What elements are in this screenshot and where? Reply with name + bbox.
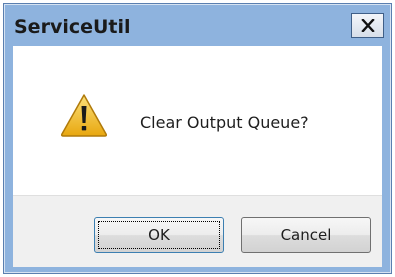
title-bar[interactable]: ServiceUtil <box>4 4 391 46</box>
button-bar: OK Cancel <box>13 195 382 267</box>
close-icon <box>360 19 375 32</box>
dialog-body: Clear Output Queue? OK Cancel <box>13 46 382 267</box>
warning-icon <box>60 94 108 137</box>
cancel-button-label: Cancel <box>280 226 332 244</box>
ok-button[interactable]: OK <box>94 217 224 253</box>
ok-button-label: OK <box>148 226 170 244</box>
message-area: Clear Output Queue? <box>13 46 382 195</box>
message-text: Clear Output Queue? <box>140 113 309 132</box>
window-title: ServiceUtil <box>14 16 131 38</box>
close-button[interactable] <box>351 13 384 38</box>
message-dialog: ServiceUtil Clear Output Queue? OK Cance… <box>3 3 392 274</box>
cancel-button[interactable]: Cancel <box>241 217 371 253</box>
